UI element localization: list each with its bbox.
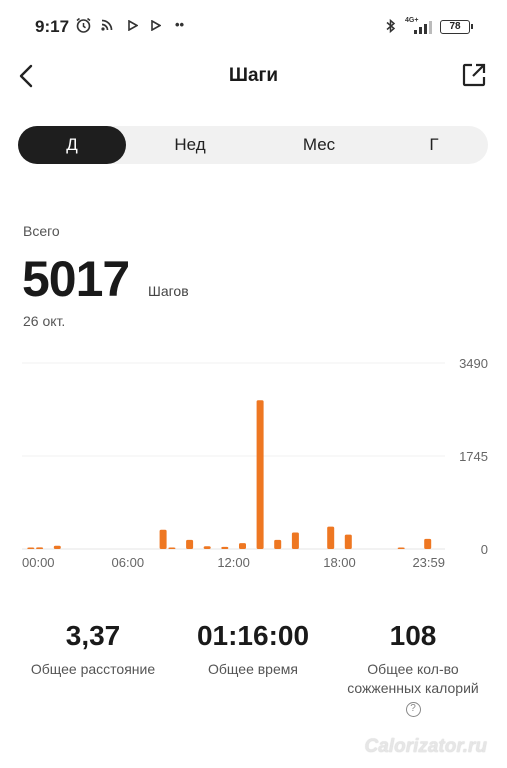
chart-bar[interactable] bbox=[274, 539, 282, 549]
share-icon bbox=[462, 63, 486, 87]
more-dots-icon: •• bbox=[175, 17, 185, 32]
tab-week[interactable]: Нед bbox=[135, 126, 245, 164]
time-label: Общее время bbox=[208, 661, 298, 677]
y-tick-label: 0 bbox=[481, 542, 488, 557]
share-button[interactable] bbox=[461, 62, 487, 88]
chart-bar[interactable] bbox=[239, 543, 246, 549]
steps-bar-chart[interactable]: 3490 1745 0 00:00 06:00 12:00 18:00 23:59 bbox=[0, 350, 507, 580]
chart-bar[interactable] bbox=[203, 546, 211, 549]
x-tick-label: 18:00 bbox=[323, 555, 356, 570]
x-tick-label: 23:59 bbox=[412, 555, 445, 570]
chart-bar[interactable] bbox=[291, 532, 299, 550]
battery-indicator: 78 bbox=[440, 20, 473, 34]
chart-bar[interactable] bbox=[424, 538, 432, 549]
time-stat: 01:16:00 Общее время bbox=[168, 620, 338, 679]
distance-label: Общее расстояние bbox=[30, 661, 156, 677]
play-icon bbox=[151, 19, 162, 35]
time-value: 01:16:00 bbox=[196, 620, 310, 651]
tab-month[interactable]: Мес bbox=[264, 126, 374, 164]
tab-year[interactable]: Г bbox=[380, 126, 488, 164]
calories-value: 108 bbox=[389, 620, 437, 651]
chart-bar[interactable] bbox=[186, 539, 194, 549]
x-tick-label: 00:00 bbox=[22, 555, 55, 570]
period-tabs: Д Нед Мес Г bbox=[18, 126, 488, 164]
distance-value: 3,37 bbox=[65, 620, 121, 651]
help-icon[interactable]: ? bbox=[405, 702, 421, 717]
date-label: 26 окт. bbox=[23, 313, 66, 329]
calories-label: Общее кол-во сожженных калорий bbox=[347, 661, 479, 696]
chart-bar[interactable] bbox=[159, 529, 167, 549]
alarm-icon bbox=[75, 17, 92, 38]
steps-unit-label: Шагов bbox=[148, 283, 189, 299]
x-tick-label: 12:00 bbox=[217, 555, 250, 570]
chart-bar[interactable] bbox=[397, 547, 405, 550]
app-header: Шаги bbox=[0, 52, 507, 100]
chart-bar[interactable] bbox=[36, 547, 44, 549]
chart-bar[interactable] bbox=[27, 547, 35, 550]
chart-bar[interactable] bbox=[256, 400, 264, 549]
y-tick-label: 3490 bbox=[459, 356, 488, 371]
chart-bar[interactable] bbox=[327, 526, 335, 549]
chart-bar[interactable] bbox=[221, 546, 229, 549]
chart-bar[interactable] bbox=[168, 547, 176, 550]
page-title: Шаги bbox=[228, 65, 279, 86]
signal-icon bbox=[413, 21, 433, 38]
bluetooth-icon bbox=[386, 18, 396, 38]
x-tick-label: 06:00 bbox=[112, 555, 145, 570]
calories-stat: 108 Общее кол-во сожженных калорий ? bbox=[330, 620, 496, 717]
distance-stat: 3,37 Общее расстояние bbox=[8, 620, 178, 679]
tab-day[interactable]: Д bbox=[18, 126, 126, 164]
rss-icon bbox=[101, 19, 113, 35]
total-label: Всего bbox=[23, 223, 60, 239]
status-time: 9:17 bbox=[35, 17, 70, 36]
y-tick-label: 1745 bbox=[459, 449, 488, 464]
play-icon bbox=[128, 19, 139, 35]
watermark: Calorizator.ru bbox=[364, 736, 487, 757]
chart-bar[interactable] bbox=[53, 545, 61, 549]
status-bar: 9:17 •• 4G+ 78 bbox=[0, 0, 507, 52]
chart-bar[interactable] bbox=[344, 534, 352, 549]
total-steps-value: 5017 bbox=[22, 251, 130, 307]
